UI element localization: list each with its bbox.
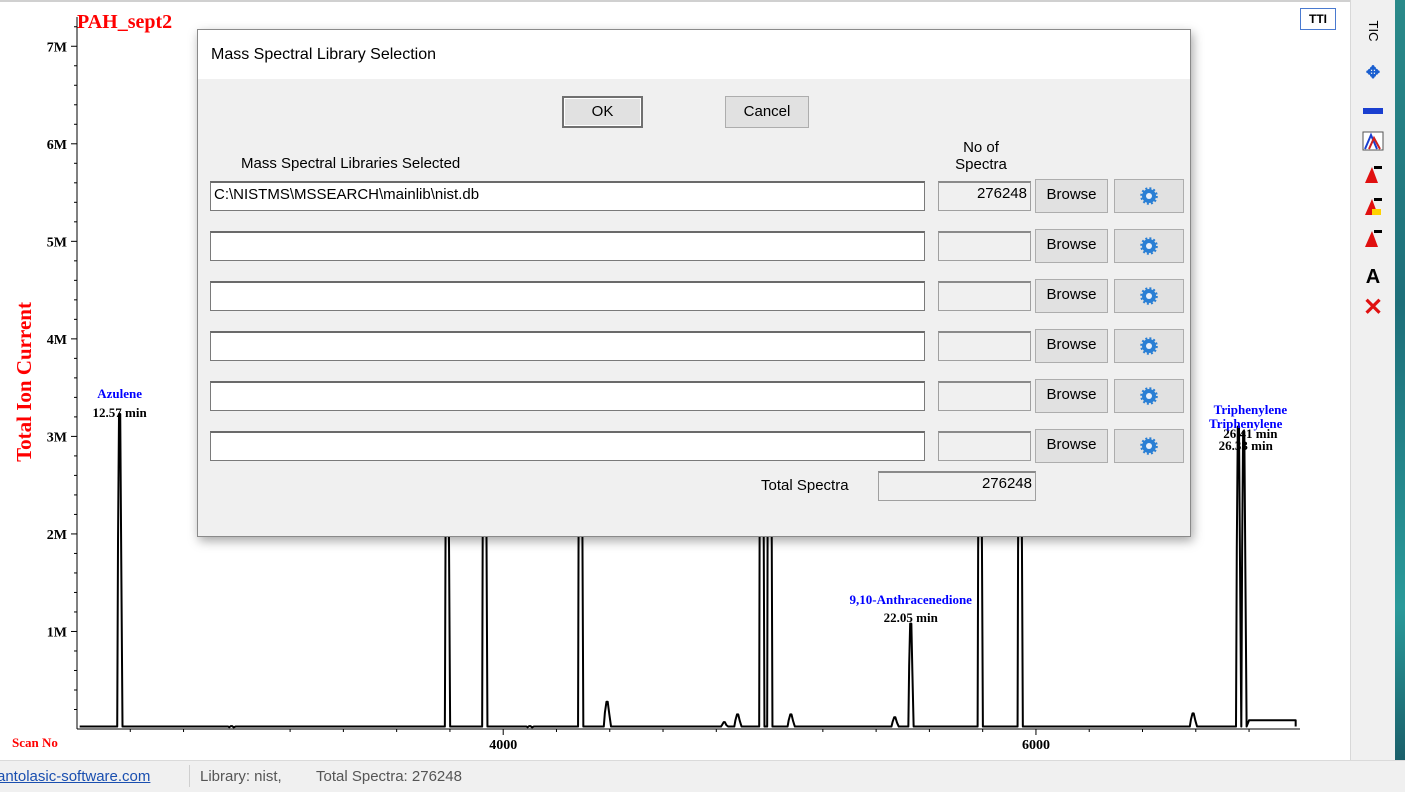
library-spectra-count — [938, 381, 1031, 411]
gear-icon — [1140, 287, 1158, 305]
window-edge — [1395, 0, 1405, 760]
status-library: Library: nist, — [200, 768, 282, 785]
browse-button[interactable]: Browse — [1035, 279, 1108, 313]
peak-name-label: Azulene — [97, 386, 142, 401]
text-icon[interactable]: A — [1359, 266, 1387, 288]
peak-label-yellow-icon[interactable] — [1359, 195, 1387, 217]
y-tick-label: 7M — [47, 40, 67, 55]
library-path-input[interactable] — [210, 381, 925, 411]
x-axis-label: Scan No — [12, 735, 58, 750]
library-settings-button[interactable] — [1114, 379, 1184, 413]
move-arrows-icon[interactable]: ✥ — [1359, 62, 1387, 84]
right-toolbar: TIC ✥ A ✕ — [1350, 0, 1396, 760]
x-tick-label: 6000 — [1022, 738, 1050, 753]
y-axis-label: Total Ion Current — [12, 302, 36, 462]
website-link[interactable]: antolasic-software.com — [0, 768, 150, 785]
y-tick-label: 2M — [47, 528, 67, 543]
libraries-header: Mass Spectral Libraries Selected — [241, 155, 461, 172]
peak-name-label: Triphenylene — [1214, 402, 1288, 417]
chart-title: PAH_sept2 — [77, 11, 172, 33]
status-divider — [189, 765, 190, 787]
cancel-button[interactable]: Cancel — [725, 96, 809, 128]
library-settings-button[interactable] — [1114, 429, 1184, 463]
dialog-titlebar[interactable]: Mass Spectral Library Selection — [198, 30, 1190, 79]
library-path-input[interactable]: C:\NISTMS\MSSEARCH\mainlib\nist.db — [210, 181, 925, 211]
peak-name-label: Triphenylene — [1209, 416, 1283, 431]
y-tick-label: 4M — [47, 333, 67, 348]
library-settings-button[interactable] — [1114, 179, 1184, 213]
library-path-input[interactable] — [210, 431, 925, 461]
peak-time-label: 12.57 min — [93, 405, 148, 420]
library-path-input[interactable] — [210, 231, 925, 261]
y-tick-label: 5M — [47, 235, 67, 250]
library-spectra-count — [938, 281, 1031, 311]
total-spectra-value: 276248 — [878, 471, 1036, 501]
spectrum-overlay-icon[interactable] — [1359, 131, 1387, 153]
status-total-spectra: Total Spectra: 276248 — [316, 768, 462, 785]
peak-name-label: 9,10-Anthracenedione — [850, 592, 973, 607]
library-settings-button[interactable] — [1114, 279, 1184, 313]
y-tick-label: 6M — [47, 138, 67, 153]
y-tick-label: 3M — [47, 430, 67, 445]
delete-icon[interactable]: ✕ — [1359, 296, 1387, 320]
browse-button[interactable]: Browse — [1035, 329, 1108, 363]
library-settings-button[interactable] — [1114, 229, 1184, 263]
total-spectra-label: Total Spectra — [761, 477, 849, 494]
gear-icon — [1140, 437, 1158, 455]
browse-button[interactable]: Browse — [1035, 379, 1108, 413]
horizontal-bar-icon[interactable] — [1359, 100, 1387, 122]
library-spectra-count — [938, 431, 1031, 461]
peak-label-icon[interactable] — [1359, 163, 1387, 185]
browse-button[interactable]: Browse — [1035, 229, 1108, 263]
library-selection-dialog: Mass Spectral Library Selection OK Cance… — [197, 29, 1191, 537]
peak-time-label: 26.33 min — [1219, 438, 1274, 453]
ok-button[interactable]: OK — [562, 96, 643, 128]
gear-icon — [1140, 337, 1158, 355]
library-settings-button[interactable] — [1114, 329, 1184, 363]
browse-button[interactable]: Browse — [1035, 179, 1108, 213]
x-tick-label: 4000 — [489, 738, 517, 753]
tic-label[interactable]: TIC — [1362, 17, 1384, 45]
peak-time-label: 22.05 min — [884, 610, 939, 625]
library-path-input[interactable] — [210, 281, 925, 311]
library-spectra-count — [938, 231, 1031, 261]
gear-icon — [1140, 387, 1158, 405]
browse-button[interactable]: Browse — [1035, 429, 1108, 463]
tti-icon[interactable]: TTI — [1300, 8, 1336, 30]
peak-label-small-icon[interactable] — [1359, 227, 1387, 249]
dialog-title: Mass Spectral Library Selection — [211, 46, 436, 63]
library-path-input[interactable] — [210, 331, 925, 361]
count-header: No of Spectra — [955, 139, 1007, 173]
status-bar: antolasic-software.com Library: nist, To… — [0, 760, 1405, 792]
gear-icon — [1140, 187, 1158, 205]
gear-icon — [1140, 237, 1158, 255]
library-spectra-count: 276248 — [938, 181, 1031, 211]
library-spectra-count — [938, 331, 1031, 361]
y-tick-label: 1M — [47, 625, 67, 640]
